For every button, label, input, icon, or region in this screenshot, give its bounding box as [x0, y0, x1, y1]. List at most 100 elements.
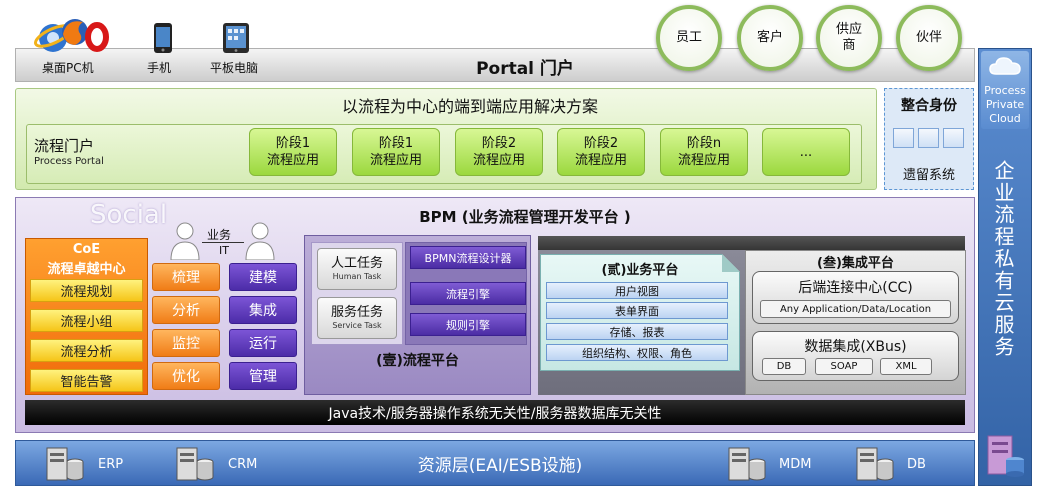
human-task-en-label: Human Task — [332, 272, 382, 281]
cloud-label-line: Cloud — [989, 112, 1021, 125]
phone-label: 手机 — [147, 61, 172, 75]
it-action: 管理 — [229, 362, 297, 390]
service-task-en-label: Service Task — [332, 321, 382, 330]
cloud-service-label: 企业流程私有云服务 — [991, 160, 1015, 358]
coe-item: 智能告警 — [30, 369, 143, 392]
integration-platform-title: (叁)集成平台 — [817, 255, 894, 271]
business-action: 优化 — [152, 362, 220, 390]
stage-name: 阶段1 — [275, 136, 311, 151]
business-platform-item: 表单界面 — [546, 302, 728, 319]
identity-title: 整合身份 — [901, 98, 957, 114]
db-server-icon — [855, 446, 895, 482]
server-database-icon — [986, 430, 1026, 480]
phone-icon — [150, 22, 176, 54]
foundation-bar: Java技术/服务器操作系统无关性/服务器数据库无关性 — [25, 400, 965, 425]
stage-box: 阶段1 流程应用 — [352, 128, 440, 176]
audience-label: 伙伴 — [915, 30, 942, 45]
tablet-label: 平板电脑 — [210, 61, 259, 75]
coe-item: 流程规划 — [30, 279, 143, 302]
business-action: 分析 — [152, 296, 220, 324]
stage-name: 阶段n — [686, 136, 722, 151]
audience-label: 客户 — [756, 30, 783, 45]
coe-title: CoE — [72, 242, 101, 257]
process-tool: 规则引擎 — [410, 313, 526, 336]
business-platform-item: 用户视图 — [546, 282, 728, 299]
process-portal-en-label: Process Portal — [34, 156, 104, 167]
system-label: MDM — [779, 457, 812, 472]
audience-partner: 伙伴 — [896, 5, 962, 71]
legacy-system-label: 遗留系统 — [902, 167, 955, 183]
it-person-icon — [243, 222, 277, 261]
process-portal-label: 流程门户 — [34, 137, 95, 155]
business-action: 监控 — [152, 329, 220, 357]
cloud-label-line: Process — [984, 84, 1026, 97]
xbus-item: XML — [880, 358, 932, 375]
process-platform-title: (壹)流程平台 — [376, 353, 459, 369]
xbus-item: DB — [762, 358, 806, 375]
business-it-divider — [202, 242, 244, 243]
stage-app: 流程应用 — [266, 153, 319, 168]
business-platform-item: 存储、报表 — [546, 323, 728, 340]
mdm-server-icon — [727, 446, 767, 482]
stage-name: 阶段2 — [481, 136, 517, 151]
connection-center-sub: Any Application/Data/Location — [760, 300, 951, 318]
connection-center-label: 后端连接中心(CC) — [798, 280, 913, 296]
process-tool: BPMN流程设计器 — [410, 246, 526, 269]
audience-label: 员工 — [675, 30, 702, 45]
platform-top-strip — [538, 236, 965, 251]
it-action: 建模 — [229, 263, 297, 291]
coe-item: 流程分析 — [30, 339, 143, 362]
service-task-label: 服务任务 — [330, 305, 383, 320]
stage-box: 阶段2 流程应用 — [455, 128, 543, 176]
audience-supplier: 供应商 — [816, 5, 882, 71]
business-action: 梳理 — [152, 263, 220, 291]
bpm-title: BPM (业务流程管理开发平台 ) — [419, 207, 631, 226]
resource-layer-title: 资源层(EAI/ESB设施) — [417, 455, 583, 476]
service-task-box: 服务任务 Service Task — [317, 297, 397, 339]
stage-app: 流程应用 — [369, 153, 422, 168]
stage-more-box: ... — [762, 128, 850, 176]
stage-box: 阶段2 流程应用 — [557, 128, 645, 176]
audience-employee: 员工 — [656, 5, 722, 71]
data-integration-label: 数据集成(XBus) — [804, 339, 907, 355]
stage-name: 阶段1 — [378, 136, 414, 151]
coe-subtitle: 流程卓越中心 — [47, 262, 126, 277]
business-platform-item: 组织结构、权限、角色 — [546, 344, 728, 361]
audience-label: 供应商 — [835, 22, 862, 53]
portal-title: Portal 门户 — [476, 58, 574, 79]
it-action: 集成 — [229, 296, 297, 324]
desktop-label: 桌面PC机 — [42, 61, 94, 75]
legacy-system-square — [918, 128, 939, 148]
human-task-box: 人工任务 Human Task — [317, 248, 397, 290]
stage-box: 阶段1 流程应用 — [249, 128, 337, 176]
social-label: Social — [90, 200, 168, 230]
stage-box: 阶段n 流程应用 — [660, 128, 748, 176]
system-label: CRM — [228, 457, 258, 472]
business-label: 业务 — [207, 228, 232, 242]
audience-customer: 客户 — [737, 5, 803, 71]
business-platform-title: (贰)业务平台 — [601, 262, 679, 278]
erp-server-icon — [45, 446, 85, 482]
tablet-icon — [222, 22, 250, 54]
cloud-label-line: Private — [985, 98, 1025, 111]
stage-app: 流程应用 — [472, 153, 525, 168]
stage-more: ... — [799, 144, 813, 160]
it-action: 运行 — [229, 329, 297, 357]
legacy-system-square — [943, 128, 964, 148]
stage-app: 流程应用 — [677, 153, 730, 168]
system-label: DB — [907, 457, 926, 472]
desktop-browsers-icon — [33, 10, 113, 58]
coe-item: 流程小组 — [30, 309, 143, 332]
cloud-icon — [988, 54, 1022, 78]
xbus-item: SOAP — [815, 358, 873, 375]
solution-title: 以流程为中心的端到端应用解决方案 — [341, 97, 598, 116]
process-tool: 流程引擎 — [410, 282, 526, 305]
stage-name: 阶段2 — [583, 136, 619, 151]
it-label: IT — [219, 244, 229, 257]
business-person-icon — [168, 222, 202, 261]
legacy-system-square — [893, 128, 914, 148]
crm-server-icon — [175, 446, 215, 482]
system-label: ERP — [98, 457, 124, 472]
stage-app: 流程应用 — [574, 153, 627, 168]
human-task-label: 人工任务 — [330, 256, 383, 271]
